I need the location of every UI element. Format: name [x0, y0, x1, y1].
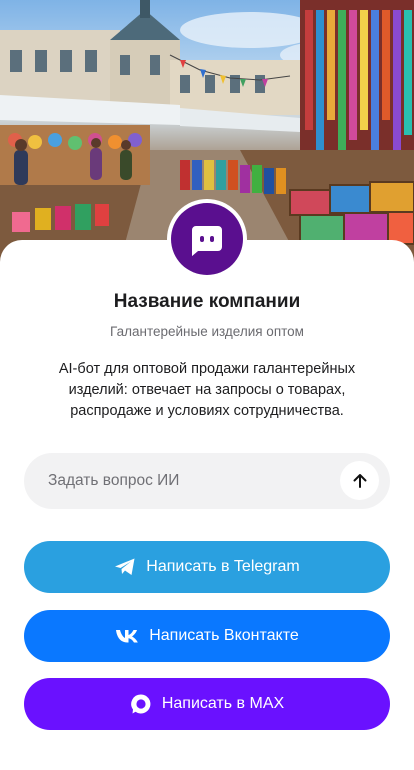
telegram-icon: [114, 557, 136, 577]
telegram-button-label: Написать в Telegram: [146, 558, 300, 575]
telegram-button[interactable]: Написать в Telegram: [24, 541, 390, 593]
company-tagline: Галантерейные изделия оптом: [110, 324, 304, 339]
chat-bot-icon: [192, 226, 222, 256]
arrow-up-icon: [353, 473, 366, 488]
vk-icon: [115, 628, 139, 644]
vk-button-label: Написать Вконтакте: [149, 627, 299, 644]
max-icon: [130, 693, 152, 715]
max-button[interactable]: Написать в MAX: [24, 678, 390, 730]
vk-button[interactable]: Написать Вконтакте: [24, 610, 390, 662]
ask-ai-bar: [24, 453, 390, 509]
send-button[interactable]: [340, 461, 379, 500]
avatar: [167, 199, 247, 279]
company-description: AI-бот для оптовой продажи галантерейных…: [58, 361, 356, 419]
ask-ai-input[interactable]: [24, 453, 324, 509]
company-name: Название компании: [113, 291, 301, 312]
avatar-circle: [171, 203, 243, 275]
max-button-label: Написать в MAX: [161, 695, 285, 712]
